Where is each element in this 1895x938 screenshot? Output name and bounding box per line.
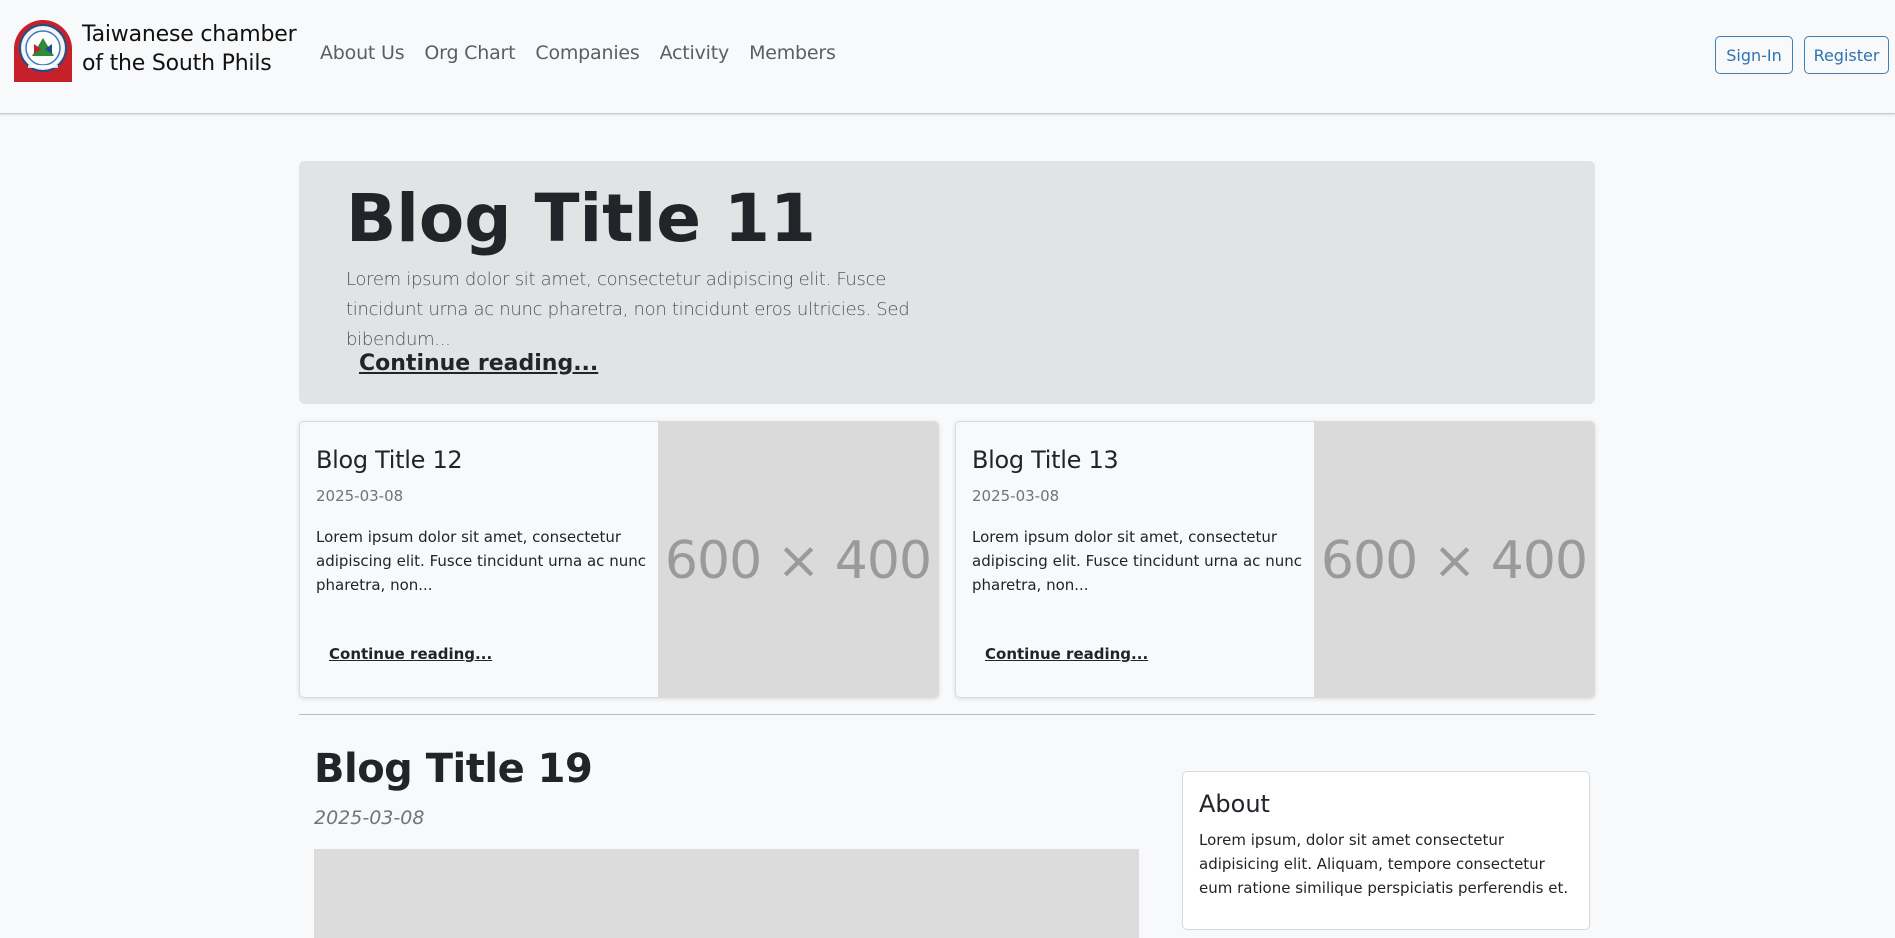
sign-in-button[interactable]: Sign-In	[1715, 36, 1793, 74]
card-date: 2025-03-08	[972, 487, 1060, 505]
hero-title: Blog Title 11	[346, 180, 816, 257]
chamber-logo-icon	[10, 16, 76, 82]
nav-activity[interactable]: Activity	[660, 42, 730, 64]
nav-companies[interactable]: Companies	[535, 42, 639, 64]
card-continue-reading-link[interactable]: Continue reading...	[985, 645, 1148, 663]
register-button[interactable]: Register	[1804, 36, 1889, 74]
card-excerpt: Lorem ipsum dolor sit amet, consectetur …	[316, 528, 646, 594]
card-date: 2025-03-08	[316, 487, 404, 505]
card-title: Blog Title 12	[316, 446, 463, 474]
card-continue-reading-link[interactable]: Continue reading...	[329, 645, 492, 663]
nav-members[interactable]: Members	[749, 42, 836, 64]
post-image-placeholder	[314, 849, 1139, 938]
nav-about-us[interactable]: About Us	[320, 42, 405, 64]
card-thumbnail-placeholder: 600 × 400	[1314, 422, 1594, 697]
blog-card: Blog Title 12 2025-03-08 Lorem ipsum dol…	[299, 421, 939, 698]
post-date: 2025-03-08	[314, 807, 425, 829]
hero-continue-reading-link[interactable]: Continue reading...	[359, 351, 598, 376]
nav-org-chart[interactable]: Org Chart	[424, 42, 515, 64]
featured-post-hero: Blog Title 11 Lorem ipsum dolor sit amet…	[299, 161, 1595, 404]
card-thumbnail-placeholder: 600 × 400	[658, 422, 938, 697]
nav-links: About Us Org Chart Companies Activity Me…	[320, 42, 856, 64]
about-sidebar-box: About Lorem ipsum, dolor sit amet consec…	[1182, 771, 1590, 930]
thumbnail-size-label: 600 × 400	[1320, 530, 1588, 591]
brand-line-1: Taiwanese chamber	[82, 22, 297, 47]
brand-link[interactable]: Taiwanese chamber of the South Phils	[10, 16, 297, 82]
card-title: Blog Title 13	[972, 446, 1119, 474]
section-divider	[299, 714, 1595, 715]
about-title: About	[1199, 790, 1270, 818]
card-excerpt: Lorem ipsum dolor sit amet, consectetur …	[972, 528, 1302, 594]
brand-line-2: of the South Phils	[82, 51, 272, 76]
thumbnail-size-label: 600 × 400	[664, 530, 932, 591]
brand-name: Taiwanese chamber of the South Phils	[82, 20, 297, 78]
post-title: Blog Title 19	[314, 746, 593, 792]
about-text: Lorem ipsum, dolor sit amet consectetur …	[1199, 831, 1569, 897]
blog-card: Blog Title 13 2025-03-08 Lorem ipsum dol…	[955, 421, 1595, 698]
hero-excerpt: Lorem ipsum dolor sit amet, consectetur …	[346, 269, 910, 350]
top-navbar: Taiwanese chamber of the South Phils Abo…	[0, 0, 1895, 114]
